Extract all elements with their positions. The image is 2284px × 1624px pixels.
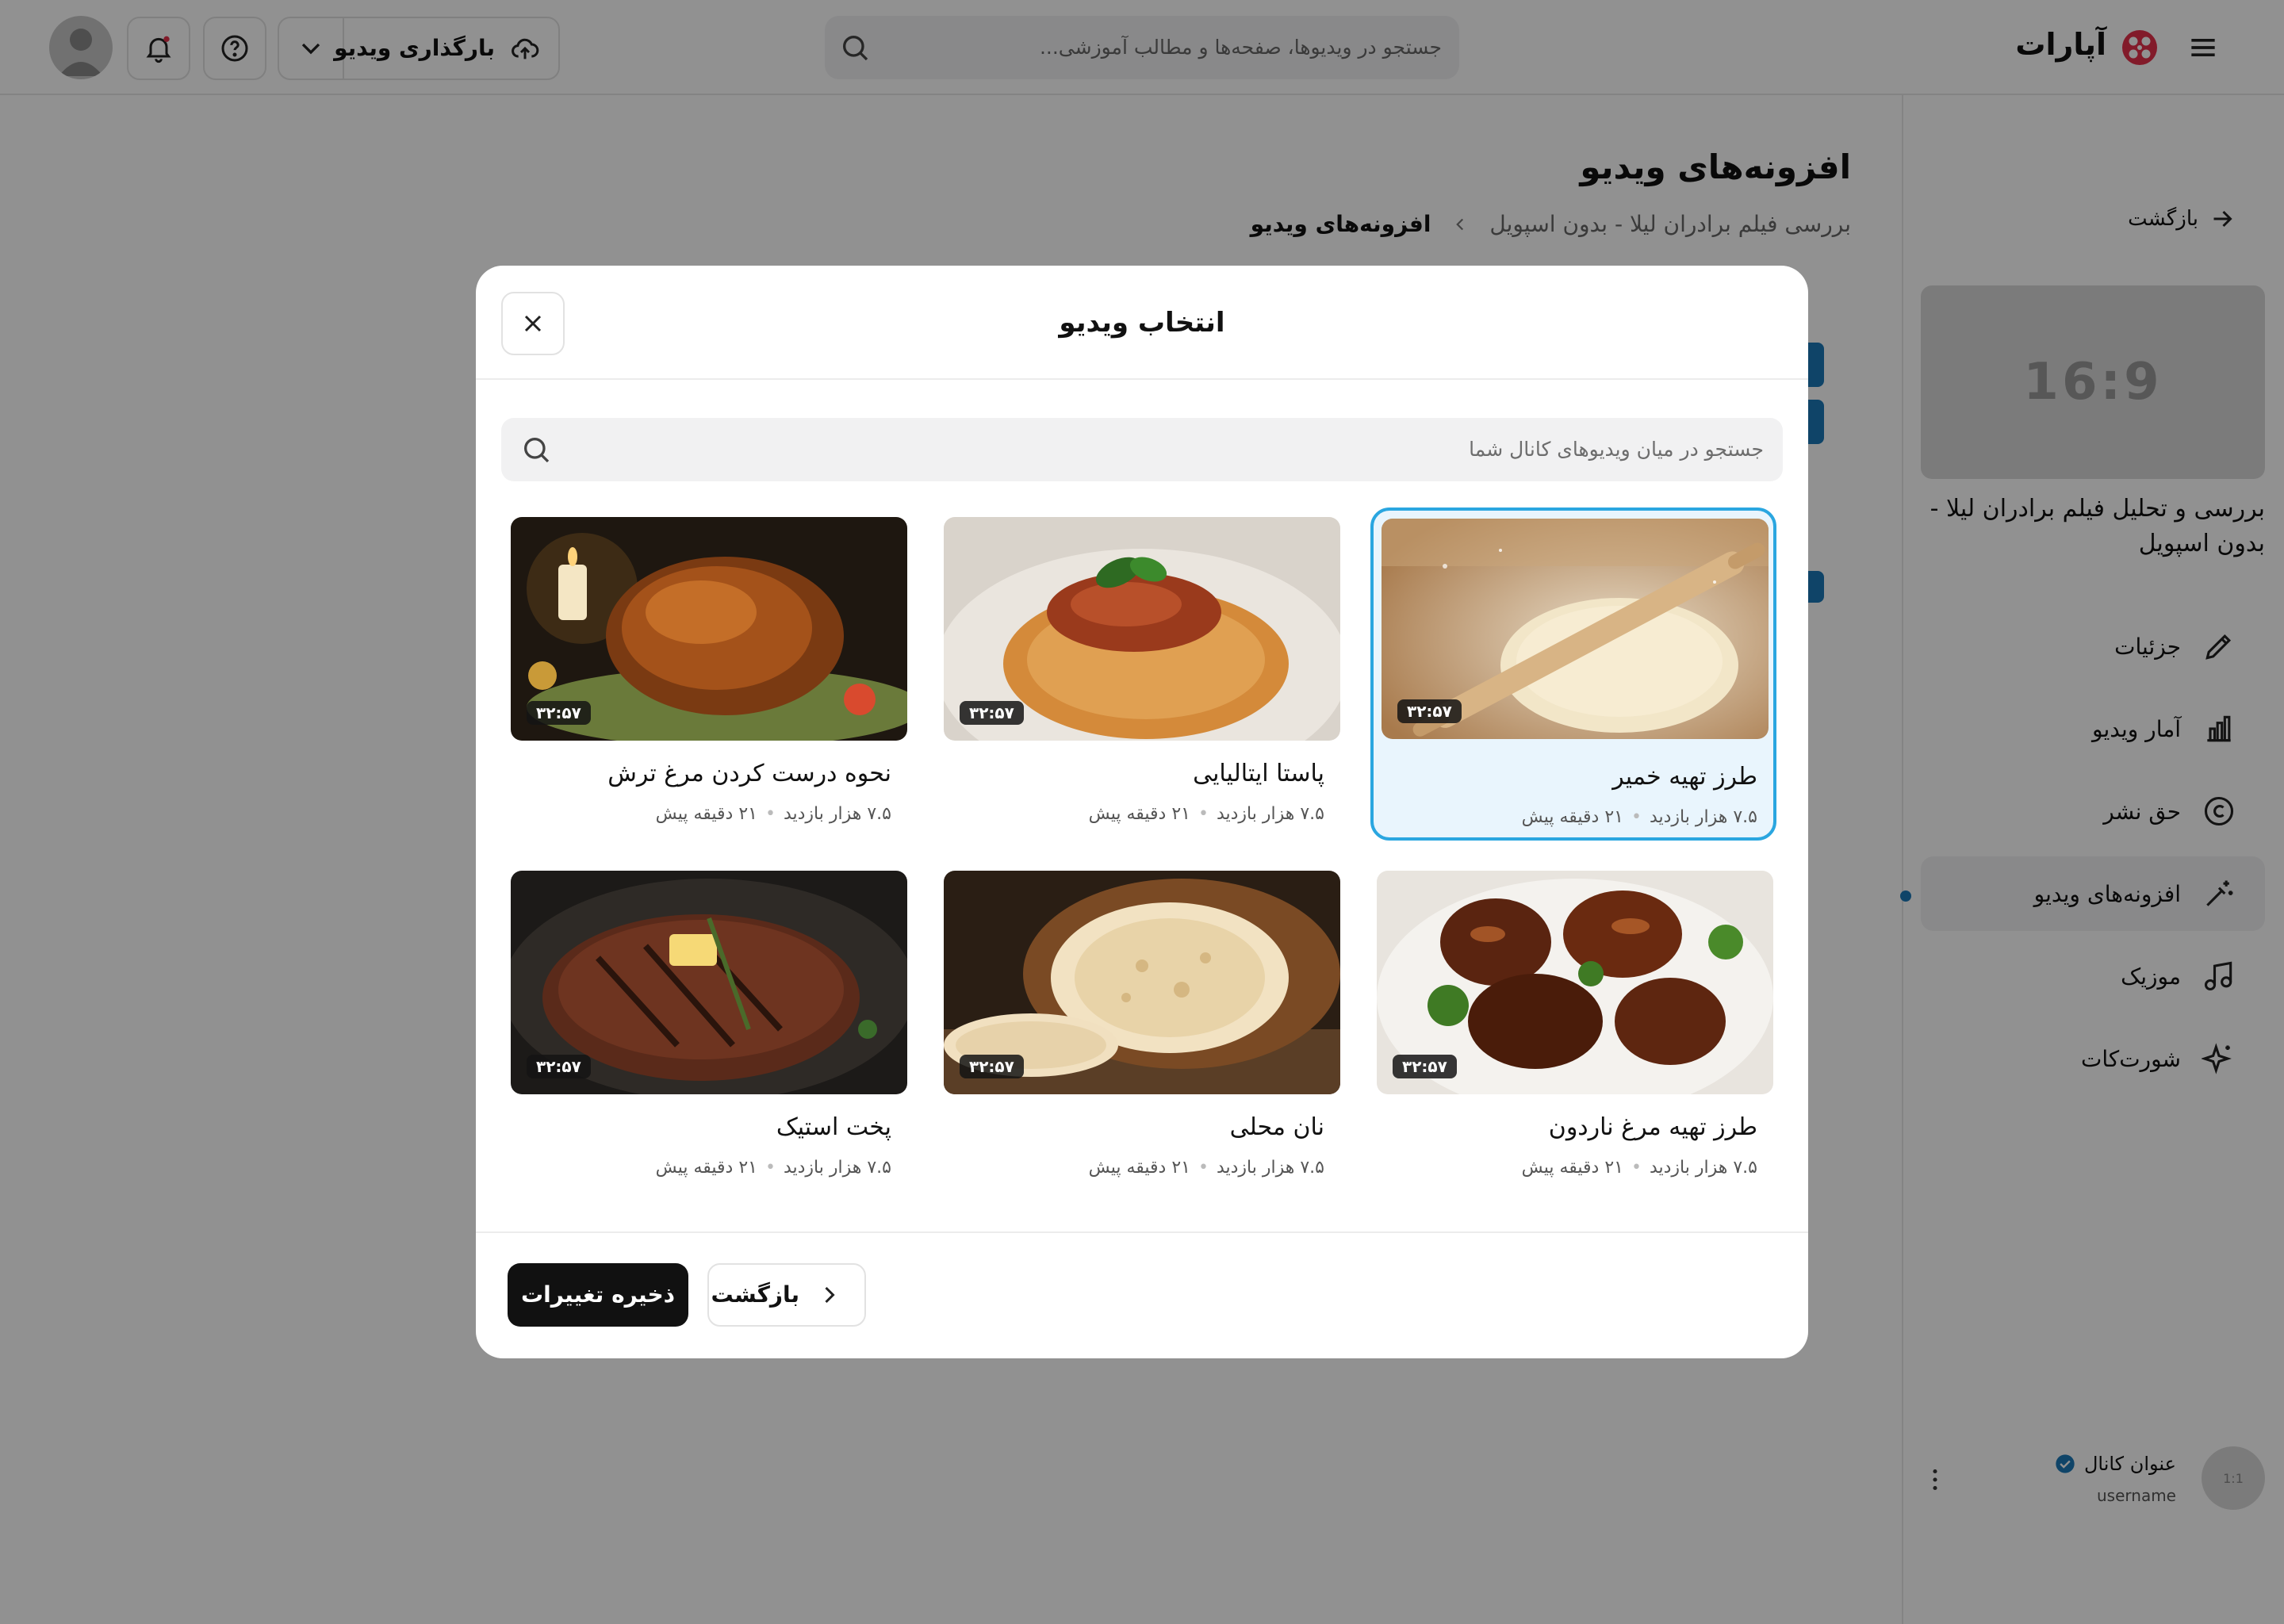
video-card[interactable]: ۳۲:۵۷ نان محلی ۷.۵ هزار بازدید•۲۱ دقیقه … [934,861,1340,1194]
video-title: پاستا ایتالیایی [1193,760,1324,787]
search-icon [520,434,552,465]
modal-header: انتخاب ویدیو [476,266,1808,380]
video-card[interactable]: ۳۲:۵۷ نحوه درست کردن مرغ ترش ۷.۵ هزار با… [501,508,907,841]
duration-badge: ۳۲:۵۷ [527,701,591,725]
video-meta: ۷.۵ هزار بازدید•۲۱ دقیقه پیش [655,804,891,824]
duration-badge: ۳۲:۵۷ [1397,699,1462,723]
video-title: نحوه درست کردن مرغ ترش [607,760,891,787]
duration-badge: ۳۲:۵۷ [1393,1055,1457,1078]
video-meta: ۷.۵ هزار بازدید•۲۱ دقیقه پیش [655,1158,891,1178]
save-changes-button[interactable]: ذخیره تغییرات [508,1263,688,1327]
video-thumbnail: ۳۲:۵۷ [944,517,1340,741]
duration-badge: ۳۲:۵۷ [960,701,1024,725]
video-card[interactable]: ۳۲:۵۷ پاستا ایتالیایی ۷.۵ هزار بازدید•۲۱… [934,508,1340,841]
close-button[interactable] [501,292,565,355]
video-meta: ۷.۵ هزار بازدید•۲۱ دقیقه پیش [1521,807,1757,827]
close-icon [519,309,547,338]
video-card[interactable]: ۳۲:۵۷ طرز تهیه مرغ ناردون ۷.۵ هزار بازدی… [1367,861,1773,1194]
modal-title: انتخاب ویدیو [1059,307,1225,339]
duration-badge: ۳۲:۵۷ [527,1055,591,1078]
video-title: طرز تهیه خمیر [1612,763,1757,791]
chevron-right-icon [815,1281,844,1309]
video-card[interactable]: ۳۲:۵۷ طرز تهیه خمیر ۷.۵ هزار بازدید•۲۱ د… [1370,508,1776,841]
video-thumbnail: ۳۲:۵۷ [511,871,907,1094]
video-title: پخت استیک [776,1113,891,1141]
video-meta: ۷.۵ هزار بازدید•۲۱ دقیقه پیش [1088,1158,1324,1178]
video-thumbnail: ۳۲:۵۷ [944,871,1340,1094]
modal-search-placeholder: جستجو در میان ویدیوهای کانال شما [1469,438,1764,461]
video-thumbnail: ۳۲:۵۷ [511,517,907,741]
back-button-label: بازگشت [711,1281,799,1308]
video-thumbnail: ۳۲:۵۷ [1377,871,1773,1094]
modal-search-input[interactable]: جستجو در میان ویدیوهای کانال شما [501,418,1783,481]
video-title: نان محلی [1229,1113,1324,1141]
back-button[interactable]: بازگشت [707,1263,866,1327]
video-meta: ۷.۵ هزار بازدید•۲۱ دقیقه پیش [1521,1158,1757,1178]
video-title: طرز تهیه مرغ ناردون [1548,1113,1757,1141]
video-card[interactable]: ۳۲:۵۷ پخت استیک ۷.۵ هزار بازدید•۲۱ دقیقه… [501,861,907,1194]
modal-footer-divider [476,1231,1808,1233]
duration-badge: ۳۲:۵۷ [960,1055,1024,1078]
video-thumbnail: ۳۲:۵۷ [1382,519,1769,739]
video-meta: ۷.۵ هزار بازدید•۲۱ دقیقه پیش [1088,804,1324,824]
select-video-modal: انتخاب ویدیو جستجو در میان ویدیوهای کانا… [476,266,1808,1358]
